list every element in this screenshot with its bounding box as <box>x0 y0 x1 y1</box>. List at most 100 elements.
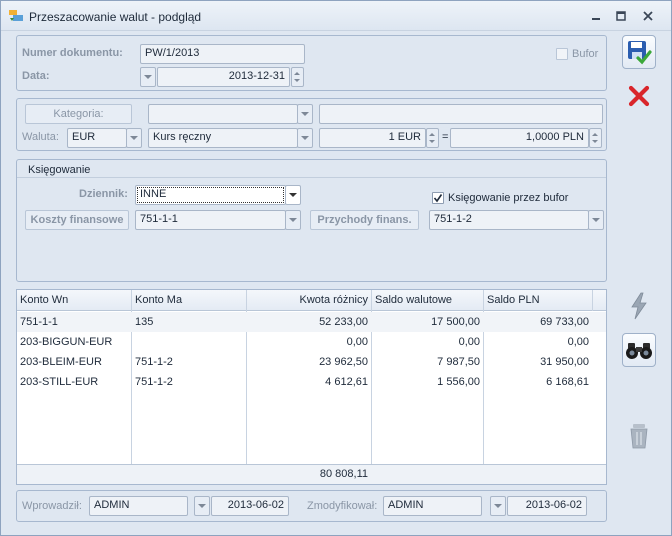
kategoria-button[interactable]: Kategoria: <box>25 104 132 124</box>
ksiegowanie-group: Księgowanie Dziennik: INNE Księgowanie p… <box>16 159 607 282</box>
kategoria-description-field[interactable] <box>319 104 603 124</box>
cell-saldo-walutowe: 7 987,50 <box>437 356 480 368</box>
app-icon <box>8 9 24 23</box>
koszty-finansowe-button[interactable]: Koszty finansowe <box>25 210 129 230</box>
chevron-down-icon <box>130 136 138 140</box>
table-header: Konto Wn Konto Ma Kwota różnicy Saldo wa… <box>17 290 606 311</box>
przychody-field[interactable]: 751-1-2 <box>429 210 589 230</box>
column-divider <box>592 290 593 311</box>
table-row[interactable]: 203-STILL-EUR 751-1-2 4 612,61 1 556,00 … <box>17 372 606 392</box>
cell-kwota-roznicy: 23 962,50 <box>319 356 368 368</box>
cell-saldo-pln: 0,00 <box>567 336 589 348</box>
zmodyfikowal-label: Zmodyfikował: <box>307 500 378 512</box>
kategoria-field[interactable] <box>148 104 298 124</box>
rate-pln-spinner[interactable] <box>589 128 602 148</box>
window-title: Przeszacowanie walut - podgląd <box>29 10 202 24</box>
bufor-label: Bufor <box>572 48 599 60</box>
cell-konto-wn: 751-1-1 <box>20 316 58 328</box>
wprowadzil-label: Wprowadził: <box>22 500 82 512</box>
chevron-down-icon <box>289 193 297 197</box>
dziennik-label: Dziennik: <box>79 188 128 200</box>
chevron-down-icon <box>301 136 309 140</box>
kurs-type-dropdown[interactable] <box>297 128 313 148</box>
chevron-down-icon <box>198 504 206 508</box>
save-button[interactable] <box>622 35 656 69</box>
cell-konto-ma: 135 <box>135 316 154 328</box>
zmodyfikowal-date-field[interactable]: 2013-06-02 <box>507 496 587 516</box>
close-button[interactable] <box>639 8 657 24</box>
cell-saldo-walutowe: 0,00 <box>458 336 480 348</box>
table-row[interactable]: 203-BLEIM-EUR 751-1-2 23 962,50 7 987,50… <box>17 352 606 372</box>
title-bar: Przeszacowanie walut - podgląd <box>1 1 671 31</box>
lightning-icon <box>631 292 647 320</box>
check-icon <box>433 194 443 203</box>
audit-group: Wprowadził: ADMIN 2013-06-02 Zmodyfikowa… <box>16 490 607 522</box>
kurs-type-field[interactable]: Kurs ręczny <box>148 128 298 148</box>
column-header-konto-wn[interactable]: Konto Wn <box>17 290 131 311</box>
ksiegowanie-header <box>17 160 606 178</box>
cell-konto-ma <box>132 332 246 353</box>
column-header-konto-ma[interactable]: Konto Ma <box>132 290 246 311</box>
waluta-field[interactable]: EUR <box>67 128 127 148</box>
zmodyfikowal-field[interactable]: ADMIN <box>383 496 482 516</box>
table-row[interactable]: 203-BIGGUN-EUR 0,00 0,00 0,00 <box>17 332 606 352</box>
table-footer: 80 808,11 <box>17 464 606 484</box>
rate-foreign-spinner[interactable] <box>426 128 439 148</box>
chevron-down-icon <box>592 218 600 222</box>
preview-button[interactable] <box>622 333 656 367</box>
cell-konto-wn: 203-STILL-EUR <box>20 376 99 388</box>
minimize-button[interactable] <box>587 8 605 24</box>
przychody-finansowe-button[interactable]: Przychody finans. <box>310 210 419 230</box>
delete-button[interactable] <box>622 419 656 453</box>
cancel-button[interactable] <box>622 79 656 113</box>
date-label: Data: <box>22 70 50 82</box>
chevron-down-icon <box>301 112 309 116</box>
cell-konto-ma: 751-1-2 <box>135 376 173 388</box>
cell-kwota-roznicy: 52 233,00 <box>319 316 368 328</box>
dziennik-field[interactable]: INNE <box>135 185 286 205</box>
przychody-dropdown[interactable] <box>588 210 604 230</box>
cell-saldo-walutowe: 17 500,00 <box>431 316 480 328</box>
equals-sign: = <box>442 131 449 143</box>
waluta-dropdown[interactable] <box>126 128 142 148</box>
cancel-icon <box>628 85 650 107</box>
date-dropdown-button[interactable] <box>140 67 156 87</box>
chevron-down-icon <box>494 504 502 508</box>
wprowadzil-date-field[interactable]: 2013-06-02 <box>211 496 289 516</box>
bufor-checkbox[interactable] <box>556 48 568 60</box>
zmodyfikowal-date-dropdown[interactable] <box>490 496 506 516</box>
koszty-dropdown[interactable] <box>285 210 301 230</box>
table-row[interactable]: 751-1-1 135 52 233,00 17 500,00 69 733,0… <box>17 312 606 332</box>
save-icon <box>628 41 652 65</box>
window: Przeszacowanie walut - podgląd Numer dok… <box>0 0 672 536</box>
waluta-label: Waluta: <box>22 131 59 143</box>
cell-konto-ma: 751-1-2 <box>135 356 173 368</box>
kategoria-dropdown[interactable] <box>297 104 313 124</box>
chevron-down-icon <box>144 75 152 79</box>
document-header-group: Numer dokumentu: PW/1/2013 Bufor Data: 2… <box>16 35 607 91</box>
date-field[interactable]: 2013-12-31 <box>157 67 290 87</box>
przeszacowanie-table[interactable]: Konto Wn Konto Ma Kwota różnicy Saldo wa… <box>16 289 607 485</box>
column-header-kwota-roznicy[interactable]: Kwota różnicy <box>247 290 371 311</box>
koszty-field[interactable]: 751-1-1 <box>135 210 286 230</box>
chevron-down-icon <box>289 218 297 222</box>
trash-icon <box>630 424 648 449</box>
rate-pln-field[interactable]: 1,0000 PLN <box>450 128 589 148</box>
ksiegowanie-legend: Księgowanie <box>28 164 91 176</box>
cell-saldo-pln: 69 733,00 <box>540 316 589 328</box>
footer-total-kwota: 80 808,11 <box>319 468 368 480</box>
post-button[interactable] <box>622 289 656 323</box>
wprowadzil-date-dropdown[interactable] <box>194 496 210 516</box>
date-spinner[interactable] <box>291 67 304 87</box>
wprowadzil-field[interactable]: ADMIN <box>89 496 188 516</box>
maximize-button[interactable] <box>612 8 630 24</box>
column-header-saldo-pln[interactable]: Saldo PLN <box>484 290 592 311</box>
doc-number-field[interactable]: PW/1/2013 <box>140 44 305 64</box>
bufor-post-checkbox[interactable] <box>432 192 444 204</box>
rate-foreign-field[interactable]: 1 EUR <box>319 128 426 148</box>
cell-konto-wn: 203-BLEIM-EUR <box>20 356 102 368</box>
cell-saldo-pln: 6 168,61 <box>546 376 589 388</box>
binoculars-icon <box>626 343 652 359</box>
dziennik-dropdown[interactable] <box>285 185 301 205</box>
column-header-saldo-walutowe[interactable]: Saldo walutowe <box>372 290 483 311</box>
